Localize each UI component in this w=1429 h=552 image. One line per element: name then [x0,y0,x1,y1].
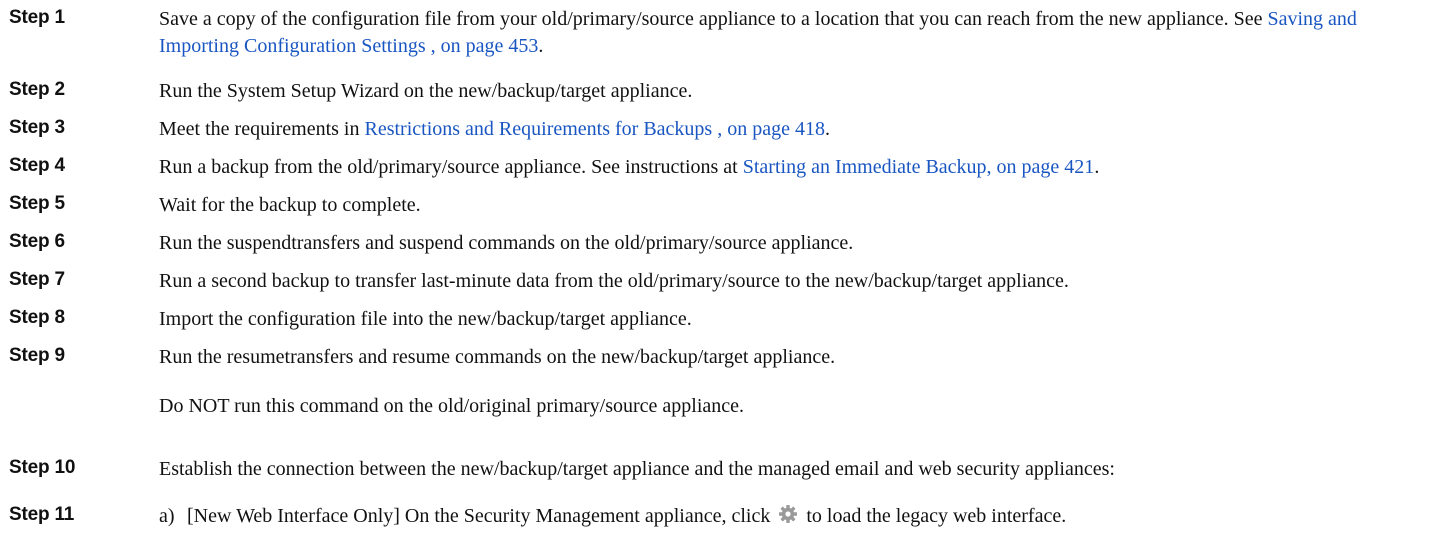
step-text: Run the System Setup Wizard on the new/b… [159,80,693,102]
restrictions-requirements-link[interactable]: Restrictions and Requirements for Backup… [365,118,825,140]
step-label: Step 6 [9,231,65,252]
step-text: Establish the connection between the new… [159,458,1115,480]
step-label: Step 4 [9,155,65,176]
step-text-after: . [1094,156,1100,178]
step-label: Step 2 [9,79,65,100]
step-label: Step 3 [9,117,65,138]
starting-immediate-backup-link[interactable]: Starting an Immediate Backup, on page 42… [743,156,1095,178]
step-note: Do NOT run this command on the old/origi… [159,395,745,417]
step-text-before: [New Web Interface Only] On the Security… [187,505,776,527]
step-text: Run a second backup to transfer last-min… [159,270,1069,292]
step-text: Save a copy of the configuration file fr… [159,6,1421,60]
step-label: Step 11 [9,504,75,525]
step-label: Step 5 [9,193,65,214]
step-label: Step 1 [9,7,65,28]
step-text-after: . [538,35,544,57]
step-text-before: Meet the requirements in [159,118,365,140]
substep-letter: a) [159,505,175,527]
step-text-before: Save a copy of the configuration file fr… [159,8,1268,30]
step-text: Run the resumetransfers and resume comma… [159,344,1421,420]
gear-icon [778,504,798,524]
step-text-before: Run a backup from the old/primary/source… [159,156,743,178]
step-label: Step 10 [9,457,76,478]
step-label: Step 9 [9,345,65,366]
step-main-text: Run the resumetransfers and resume comma… [159,346,836,368]
step-label: Step 8 [9,307,65,328]
step-label: Step 7 [9,269,65,290]
step-text: Run a backup from the old/primary/source… [159,154,1421,181]
step-text: Run the suspendtransfers and suspend com… [159,232,854,254]
step-text-after: . [824,118,830,140]
step-text: Wait for the backup to complete. [159,194,421,216]
step-text: Import the configuration file into the n… [159,308,692,330]
step-text-after: to load the legacy web interface. [801,505,1067,527]
step-text: Meet the requirements in Restrictions an… [159,116,1421,143]
step-text: a) [New Web Interface Only] On the Securi… [159,503,1421,530]
